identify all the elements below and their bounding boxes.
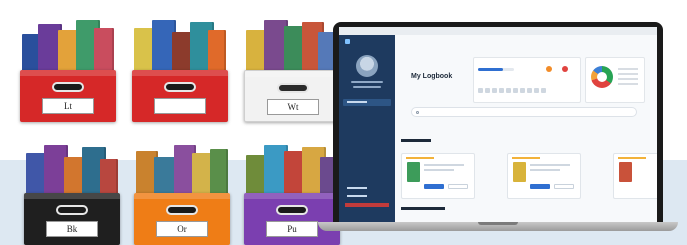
app-logo	[345, 39, 350, 44]
legend-item	[618, 83, 638, 85]
search-icon	[416, 111, 419, 114]
laptop-notch	[478, 222, 518, 225]
sidebar-item-logbook[interactable]	[343, 99, 391, 106]
bin-box: Lt	[20, 70, 116, 122]
book-cover	[619, 162, 632, 182]
book-bin-white: Wt	[244, 12, 341, 122]
book-bin-red-2	[132, 12, 228, 122]
legend-item	[618, 73, 638, 75]
bin-handle	[276, 205, 308, 215]
bin-box: Pu	[244, 193, 340, 245]
book-stack	[134, 12, 226, 74]
sidebar-footer-badge	[345, 203, 389, 207]
legend-item	[618, 78, 638, 80]
card-tag	[618, 157, 646, 159]
book-stack	[26, 135, 118, 197]
book-cover	[210, 149, 228, 197]
reading-progress-fill	[478, 68, 504, 71]
bin-box	[132, 70, 228, 122]
recently-completed-heading	[401, 207, 445, 210]
book-stack	[22, 12, 114, 74]
user-name-line	[351, 81, 383, 83]
user-detail-line	[353, 86, 381, 88]
bin-box: Or	[134, 193, 230, 245]
search-input[interactable]	[411, 107, 637, 117]
book-stack	[246, 135, 338, 197]
bin-box: Bk	[24, 193, 120, 245]
card-tag	[406, 157, 434, 159]
bin-label	[154, 98, 206, 114]
sidebar-item-signout[interactable]	[343, 193, 391, 200]
reading-stats-card	[473, 57, 581, 103]
genre-donut-chart	[591, 66, 613, 88]
bin-handle	[277, 83, 309, 93]
sidebar	[339, 35, 395, 222]
bin-label: Bk	[46, 221, 98, 237]
book-bin-red: Lt	[20, 12, 116, 122]
app-window: My Logbook	[339, 27, 657, 222]
book-cover	[94, 28, 114, 74]
book-stack	[246, 12, 338, 74]
book-author-line	[424, 169, 454, 171]
now-reading-card[interactable]	[613, 153, 657, 199]
bin-label: Wt	[267, 99, 319, 115]
now-reading-card[interactable]	[507, 153, 581, 199]
reading-progress-bar	[478, 68, 514, 71]
read-button[interactable]	[424, 184, 444, 189]
bin-label: Pu	[266, 221, 318, 237]
bin-handle	[166, 205, 198, 215]
flame-icon	[562, 66, 568, 72]
bin-handle	[164, 82, 196, 92]
browser-bar	[339, 27, 657, 35]
book-stack	[136, 135, 228, 197]
bin-handle	[52, 82, 84, 92]
book-cover	[407, 162, 420, 182]
book-bin-orange: Or	[134, 135, 230, 245]
now-reading-card[interactable]	[401, 153, 475, 199]
laptop-screen: My Logbook	[333, 22, 663, 222]
book-author-line	[530, 169, 560, 171]
badge-row	[478, 88, 546, 93]
book-cover	[513, 162, 526, 182]
bin-label: Or	[156, 221, 208, 237]
avatar[interactable]	[356, 55, 378, 77]
logo-icon	[345, 39, 350, 44]
bin-handle	[56, 205, 88, 215]
book-bin-black: Bk	[24, 135, 120, 245]
details-button[interactable]	[448, 184, 468, 189]
card-tag	[512, 157, 540, 159]
book-cover	[208, 30, 226, 74]
details-button[interactable]	[554, 184, 574, 189]
book-title-line	[424, 164, 464, 166]
page-title: My Logbook	[411, 73, 453, 80]
now-reading-heading	[401, 139, 431, 142]
bin-label: Lt	[42, 98, 94, 114]
genre-chart-card	[585, 57, 645, 103]
main-content: My Logbook	[395, 35, 657, 222]
book-title-line	[530, 164, 570, 166]
bin-box: Wt	[244, 70, 341, 122]
sidebar-item-settings[interactable]	[343, 185, 391, 192]
streak-icon	[546, 66, 552, 72]
legend-item	[618, 68, 638, 70]
read-button[interactable]	[530, 184, 550, 189]
book-cover	[100, 159, 118, 197]
